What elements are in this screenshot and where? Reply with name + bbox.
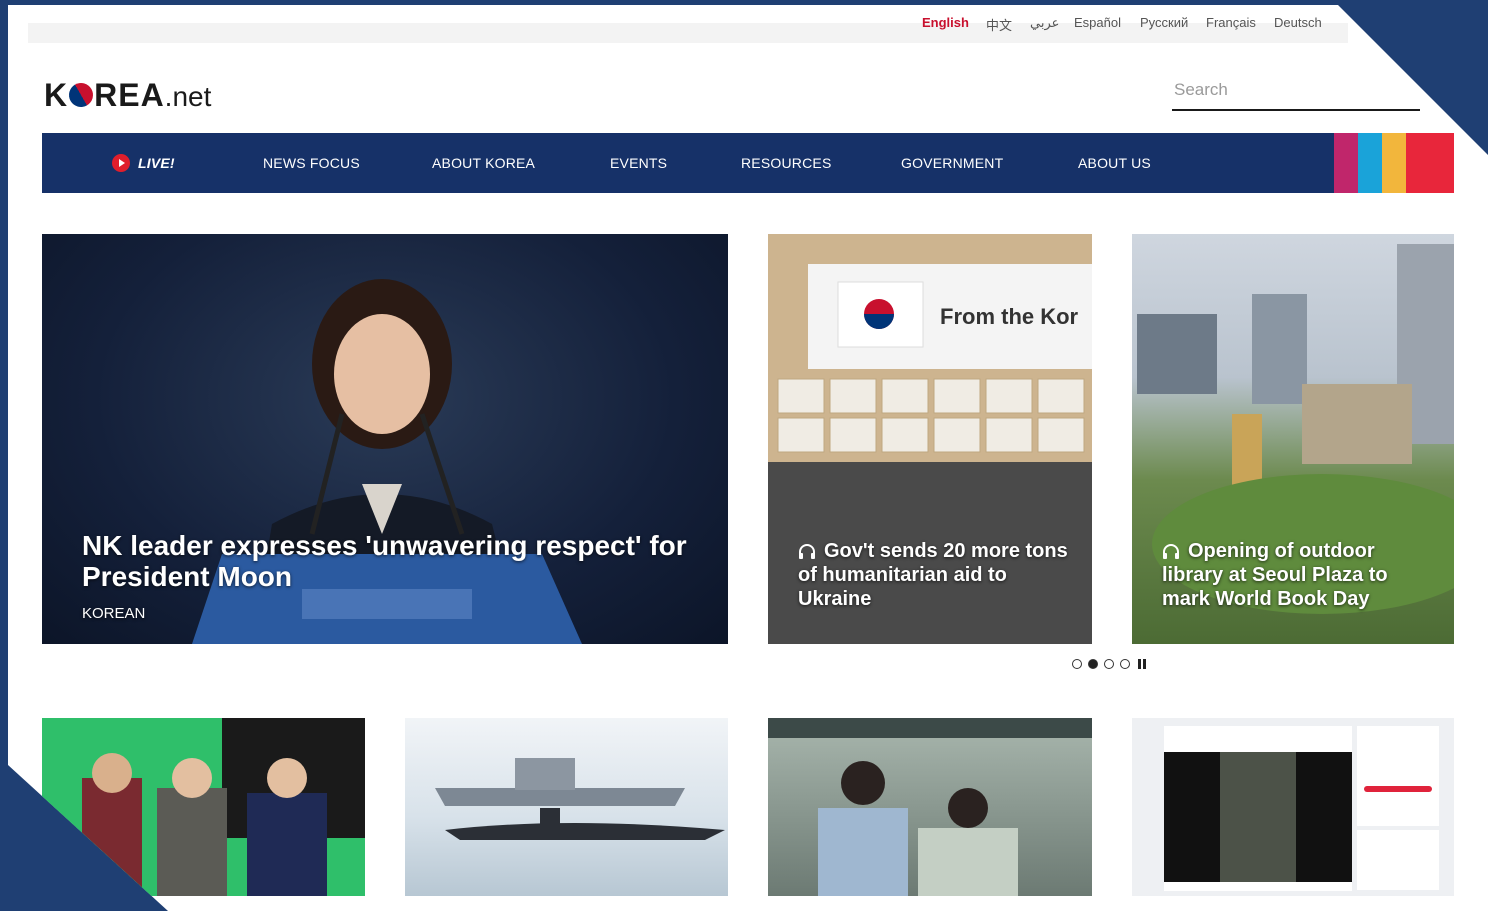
logo-letter-k: K	[44, 77, 69, 113]
headphones-icon	[1163, 544, 1179, 559]
nav-events[interactable]: EVENTS	[610, 133, 667, 193]
banner-text: From the Kor	[940, 304, 1079, 329]
library-headline[interactable]: Opening of outdoor library at Seoul Plaz…	[1162, 539, 1432, 611]
carousel-controls	[1072, 659, 1148, 669]
lang-french[interactable]: Français	[1206, 15, 1256, 30]
logo-suffix: .net	[164, 81, 212, 112]
featured-main-headline[interactable]: NK leader expresses 'unwavering respect'…	[82, 530, 702, 592]
lang-arabic[interactable]: عربي	[1030, 15, 1059, 31]
live-label: LIVE!	[138, 155, 175, 171]
lang-russian[interactable]: Русский	[1140, 15, 1188, 30]
featured-card-library[interactable]: Opening of outdoor library at Seoul Plaz…	[1132, 234, 1454, 644]
nav-news-focus[interactable]: NEWS FOCUS	[263, 133, 360, 193]
lang-german[interactable]: Deutsch	[1274, 15, 1322, 30]
lang-chinese[interactable]: 中文	[986, 15, 1012, 34]
carousel-dot-3[interactable]	[1104, 659, 1114, 669]
bottom-card-3[interactable]	[768, 718, 1092, 896]
stripe-magenta	[1334, 133, 1358, 193]
headphones-icon	[799, 544, 815, 559]
logo-letters-rea: REA	[94, 77, 165, 113]
nav-about-korea[interactable]: ABOUT KOREA	[432, 133, 535, 193]
stripe-yellow	[1382, 133, 1406, 193]
carousel-dot-2[interactable]	[1088, 659, 1098, 669]
carousel-dot-1[interactable]	[1072, 659, 1082, 669]
brand-color-stripes	[1334, 133, 1454, 193]
stripe-blue	[1358, 133, 1382, 193]
lang-spanish[interactable]: Español	[1074, 15, 1121, 30]
nav-about-us[interactable]: ABOUT US	[1078, 133, 1151, 193]
aid-headline-text: Gov't sends 20 more tons of humanitarian…	[798, 540, 1068, 610]
browser-page: English 中文 عربي Español Русский Français…	[8, 5, 1488, 911]
social-post-screenshot	[1132, 718, 1454, 896]
korea-net-logo[interactable]: K REA .net	[44, 77, 211, 117]
featured-main-tag[interactable]: KOREAN	[82, 605, 145, 622]
carousel-dot-4[interactable]	[1120, 659, 1130, 669]
nav-government[interactable]: GOVERNMENT	[901, 133, 1003, 193]
nav-live[interactable]: LIVE!	[112, 133, 175, 193]
search-input[interactable]	[1172, 71, 1420, 111]
stripe-red-2	[1430, 133, 1454, 193]
stripe-red	[1406, 133, 1430, 193]
bottom-card-4[interactable]	[1132, 718, 1454, 896]
main-navigation: LIVE! NEWS FOCUS ABOUT KOREA EVENTS RESO…	[42, 133, 1454, 193]
pause-icon[interactable]	[1138, 659, 1148, 669]
bottom-card-2[interactable]	[405, 718, 728, 896]
lang-english[interactable]: English	[922, 15, 969, 30]
aid-headline[interactable]: Gov't sends 20 more tons of humanitarian…	[798, 539, 1068, 611]
navy-ship-photo	[405, 718, 728, 896]
play-icon	[112, 154, 130, 172]
featured-card-aid[interactable]: From the Kor Gov't sends 20 more tons of…	[768, 234, 1092, 644]
taegeuk-icon	[64, 78, 98, 112]
library-headline-text: Opening of outdoor library at Seoul Plaz…	[1162, 540, 1388, 610]
nav-resources[interactable]: RESOURCES	[741, 133, 831, 193]
drama-scene-photo	[768, 718, 1092, 896]
featured-main-card[interactable]: NK leader expresses 'unwavering respect'…	[42, 234, 728, 644]
